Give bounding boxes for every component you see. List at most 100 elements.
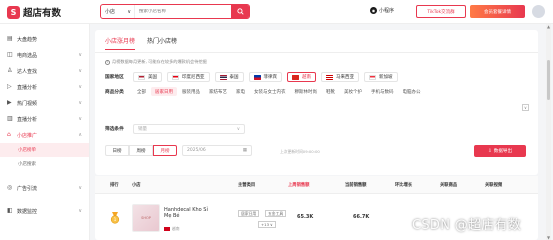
- col-rank: 排行: [110, 183, 119, 188]
- notice: i 月榜数据每月更新, 可能存在较多的爆款机会待挖掘: [105, 59, 207, 65]
- search-bar: 小店 ∨: [100, 4, 250, 19]
- extra-filter-label: 筛选条件: [105, 127, 124, 132]
- sidebar-item-store[interactable]: ⌂ 小店推广 ∧: [0, 127, 89, 143]
- vietnam-flag-icon: [164, 227, 170, 231]
- search-scope-select[interactable]: 小店 ∨: [101, 5, 135, 18]
- category-item[interactable]: 穆斯林时尚: [291, 87, 322, 96]
- live-icon: ▷: [7, 83, 12, 90]
- chevron-down-icon: ∨: [78, 84, 82, 90]
- export-button[interactable]: ⇩ 数据导出: [474, 145, 526, 157]
- notice-text: 月榜数据每月更新, 可能存在较多的爆款机会待挖掘: [112, 59, 207, 64]
- category-item[interactable]: 美妆个护: [340, 87, 366, 96]
- category-expand-button[interactable]: ∨: [522, 104, 529, 111]
- malaysia-flag-icon: [326, 74, 333, 80]
- mini-program-label: 小程序: [379, 8, 395, 14]
- country-sg[interactable]: 新加坡: [364, 72, 398, 82]
- video-icon: ▶: [7, 99, 12, 106]
- country-id[interactable]: 印度尼西亚: [167, 72, 210, 82]
- calendar-icon: ▦: [242, 148, 247, 153]
- chevron-down-icon: ∨: [78, 52, 82, 58]
- store-name[interactable]: Hanhdecal Kho Sỉ Mẹ Bé: [164, 207, 212, 219]
- date-picker[interactable]: 2025/06 ▦: [182, 145, 252, 156]
- country-ph[interactable]: 菲律宾: [248, 72, 282, 82]
- tiktok-group-button[interactable]: TikTok交流群: [416, 5, 466, 18]
- sidebar-item-ads[interactable]: ◎ 广告引流 ∨: [0, 180, 89, 196]
- sidebar-item-product[interactable]: ◫ 电商选品 ∨: [0, 47, 89, 63]
- top-bar: S 超店有数 小店 ∨ ◉ 小程序 TikTok交流群 会员套餐详情: [0, 0, 553, 24]
- watermark: CSDN @超店有数: [412, 218, 522, 233]
- mini-program-link[interactable]: ◉ 小程序: [370, 7, 394, 14]
- sidebar-item-live-analysis[interactable]: ▥ 直播分析 ∨: [0, 111, 89, 127]
- category-item[interactable]: 手机与数码: [367, 87, 398, 96]
- sidebar-item-creators[interactable]: ♙ 达人查找 ∨: [0, 63, 89, 79]
- bag-icon: ◫: [7, 51, 13, 58]
- category-item[interactable]: 鞋靴: [322, 87, 339, 96]
- category-tag: 五金工具: [265, 210, 287, 217]
- mini-program-icon: ◉: [370, 7, 377, 14]
- chevron-down-icon: ∨: [78, 68, 82, 74]
- category-tag: 居家日用: [238, 210, 260, 217]
- indonesia-flag-icon: [172, 74, 179, 80]
- period-weekly[interactable]: 周榜: [129, 145, 153, 156]
- sidebar-item-live[interactable]: ▷ 直播分析 ∨: [0, 79, 89, 95]
- country-us[interactable]: 美国: [133, 72, 162, 82]
- country-th[interactable]: 泰国: [214, 72, 244, 82]
- store-thumbnail[interactable]: SHOP: [132, 204, 160, 232]
- country-vn[interactable]: 越南: [287, 72, 316, 82]
- col-last-sales[interactable]: 上周销售额: [288, 182, 309, 188]
- scrollbar-thumb[interactable]: [547, 60, 550, 100]
- period-daily[interactable]: 日榜: [105, 145, 129, 156]
- col-goods[interactable]: 关联商品: [440, 182, 457, 188]
- tab-monthly-rise[interactable]: 小店涨月榜: [105, 36, 136, 50]
- vietnam-flag-icon: [292, 74, 299, 80]
- store-country: 越南: [164, 226, 180, 232]
- sidebar-sub-store-rank[interactable]: 小店榜单: [0, 143, 89, 157]
- category-item[interactable]: 居家日用: [151, 87, 177, 96]
- scroll-up-icon[interactable]: ▲: [546, 24, 551, 29]
- search-button[interactable]: [231, 5, 249, 18]
- sales-filter-select[interactable]: 销量 ∨: [133, 124, 245, 134]
- sidebar-item-videos[interactable]: ▶ 热门视频 ∨: [0, 95, 89, 111]
- tab-hot-stores[interactable]: 热门小店榜: [147, 36, 177, 50]
- chevron-down-icon: ∨: [78, 185, 82, 191]
- chevron-down-icon: ∨: [78, 116, 82, 122]
- category-item[interactable]: 女装与女士内衣: [250, 87, 290, 96]
- category-item[interactable]: 家纺布艺: [205, 87, 231, 96]
- chart-icon: ▥: [7, 115, 13, 122]
- philippines-flag-icon: [253, 74, 261, 80]
- search-scope-label: 小店: [105, 9, 116, 15]
- col-videos[interactable]: 关联视频: [485, 182, 502, 188]
- vip-plan-button[interactable]: 会员套餐详情: [470, 5, 525, 18]
- category-label: 商品分类: [105, 89, 124, 95]
- col-growth[interactable]: 环比增长: [395, 182, 412, 188]
- scroll-down-icon[interactable]: ▼: [546, 235, 551, 240]
- thailand-flag-icon: [219, 74, 227, 80]
- chevron-down-icon: ∨: [127, 8, 131, 15]
- us-flag-icon: [138, 74, 145, 80]
- category-item[interactable]: 全部: [133, 87, 150, 96]
- sidebar-sub-store-search[interactable]: 小店搜索: [0, 157, 89, 171]
- category-item[interactable]: 家电: [232, 87, 249, 96]
- logo[interactable]: S 超店有数: [7, 5, 61, 19]
- period-switch: 日榜 周榜 月榜 2025/06 ▦: [105, 145, 252, 156]
- col-cur-sales[interactable]: 当前销售额: [345, 182, 366, 188]
- store-icon: ⌂: [7, 131, 11, 138]
- sidebar-item-monitor[interactable]: ◧ 数据监控 ∨: [0, 203, 89, 219]
- period-monthly[interactable]: 月榜: [153, 145, 177, 156]
- category-item[interactable]: 服装用品: [178, 87, 204, 96]
- divider: [95, 52, 538, 53]
- search-input[interactable]: [135, 9, 231, 14]
- dashboard-icon: ▤: [7, 35, 13, 42]
- scrollbar[interactable]: ▲ ▼: [546, 24, 551, 240]
- country-label: 国家地区: [105, 75, 124, 80]
- category-item[interactable]: 电脑办公: [399, 87, 425, 96]
- country-filter: 国家地区 美国 印度尼西亚 泰国 菲律宾 越南 马来西亚 新加坡: [105, 72, 403, 82]
- sidebar-item-dashboard[interactable]: ▤ 大盘趋势: [0, 31, 89, 47]
- singapore-flag-icon: [369, 74, 376, 80]
- category-filter: 商品分类 全部 居家日用 服装用品 家纺布艺 家电 女装与女士内衣 穆斯林时尚 …: [105, 87, 426, 96]
- update-time: 上次更新时间09:00:00: [280, 149, 320, 154]
- more-categories[interactable]: +13 ∨: [258, 221, 276, 228]
- avatar[interactable]: [532, 5, 545, 18]
- rank-tabs: 小店涨月榜 热门小店榜: [105, 36, 189, 50]
- country-my[interactable]: 马来西亚: [321, 72, 359, 82]
